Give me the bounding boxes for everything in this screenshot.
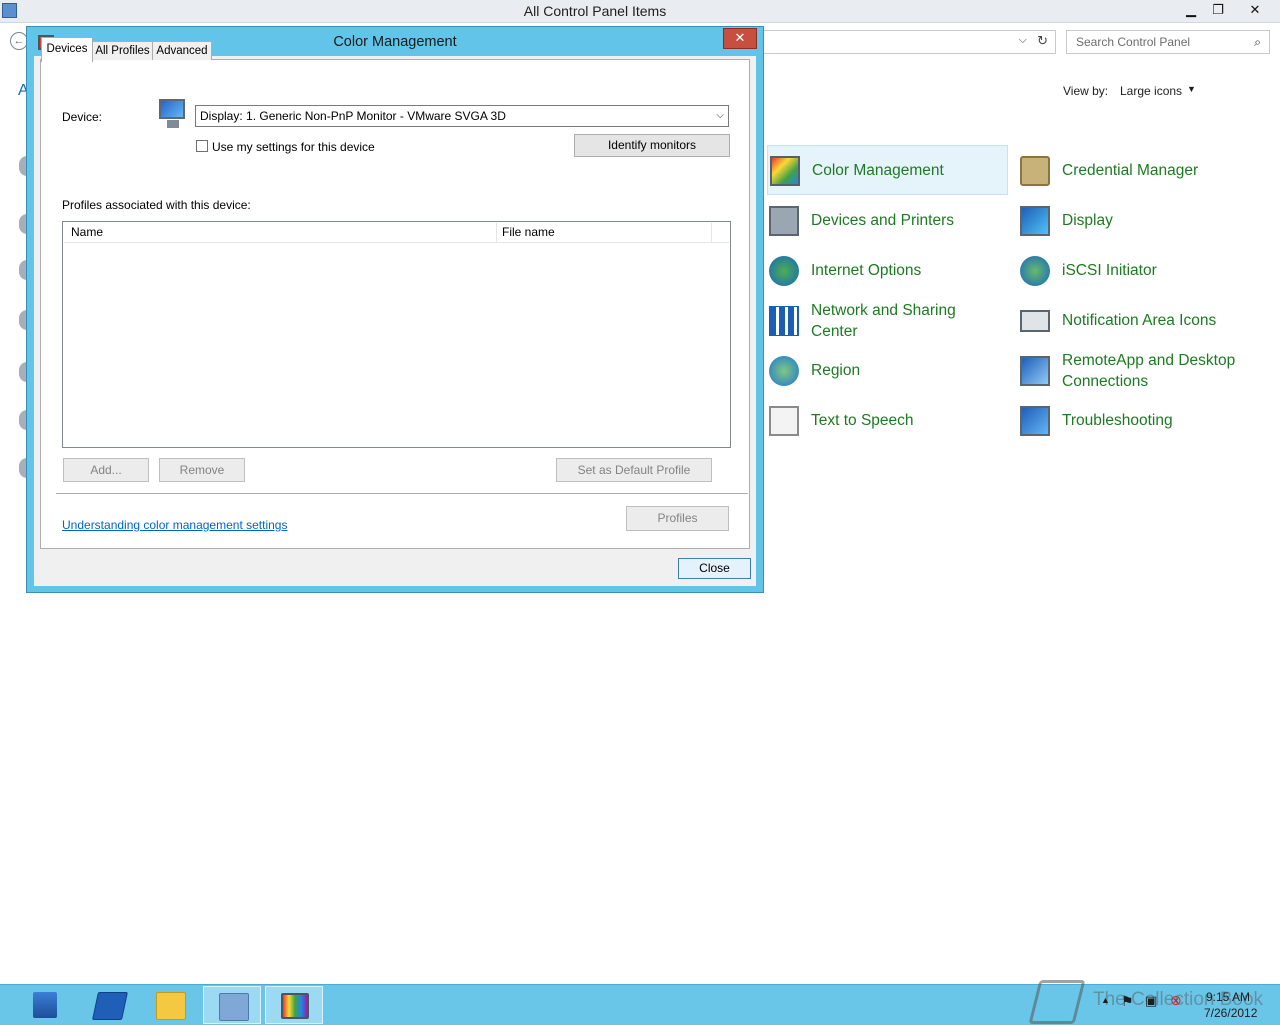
address-bar[interactable]: ⌵ ↻ xyxy=(760,30,1056,54)
cp-item-label: RemoteApp and Desktop Connections xyxy=(1062,352,1236,390)
cp-item-color-management[interactable]: Color Management xyxy=(767,145,1008,195)
network-icon[interactable]: ▣ xyxy=(1145,993,1157,1009)
volume-muted-icon[interactable]: ⊗ xyxy=(1170,992,1182,1009)
set-default-profile-button[interactable]: Set as Default Profile xyxy=(556,458,712,482)
profiles-button[interactable]: Profiles xyxy=(626,506,729,531)
cp-item-label: Internet Options xyxy=(811,262,922,279)
remoteapp-icon xyxy=(1020,356,1050,386)
search-box[interactable]: ⌕ xyxy=(1066,30,1270,54)
main-window-title: All Control Panel Items xyxy=(523,3,667,19)
column-divider[interactable] xyxy=(496,223,497,242)
cp-item-label: Credential Manager xyxy=(1062,162,1199,179)
column-header-file-name[interactable]: File name xyxy=(502,225,555,239)
cp-item-label: Color Management xyxy=(812,162,944,179)
search-icon[interactable]: ⌕ xyxy=(1254,35,1261,50)
view-by-label: View by: xyxy=(1063,84,1109,98)
cp-item-label: Devices and Printers xyxy=(811,212,955,229)
search-input[interactable] xyxy=(1074,34,1248,50)
close-button[interactable]: ✕ xyxy=(1240,0,1270,20)
clock-date[interactable]: 7/26/2012 xyxy=(1204,1006,1257,1020)
text-to-speech-icon xyxy=(769,406,799,436)
close-dialog-button[interactable]: Close xyxy=(678,558,751,579)
network-sharing-icon xyxy=(769,306,799,336)
tab-advanced[interactable]: Advanced xyxy=(152,41,212,60)
cp-item-label: Text to Speech xyxy=(811,412,914,429)
column-header-name[interactable]: Name xyxy=(71,225,103,239)
column-divider[interactable] xyxy=(711,223,712,242)
cp-item-region[interactable]: Region xyxy=(767,346,1005,394)
understanding-color-management-link[interactable]: Understanding color management settings xyxy=(62,518,287,532)
cp-item-internet-options[interactable]: Internet Options xyxy=(767,246,1005,294)
taskbar-powershell[interactable] xyxy=(80,986,138,1024)
remove-button[interactable]: Remove xyxy=(159,458,245,482)
server-manager-icon xyxy=(33,992,57,1018)
troubleshooting-icon xyxy=(1020,406,1050,436)
cp-item-text-to-speech[interactable]: Text to Speech xyxy=(767,396,1005,444)
tab-devices[interactable]: Devices xyxy=(41,37,93,62)
use-my-settings-label[interactable]: Use my settings for this device xyxy=(212,140,375,154)
profiles-list-header: Name File name xyxy=(64,223,729,243)
iscsi-icon xyxy=(1020,256,1050,286)
cp-item-label: Region xyxy=(811,362,861,379)
cp-item-label: iSCSI Initiator xyxy=(1062,262,1157,279)
folder-icon xyxy=(156,992,186,1020)
action-center-flag-icon[interactable]: ⚑ xyxy=(1121,993,1134,1010)
dialog-close-button[interactable]: ✕ xyxy=(723,28,757,49)
show-hidden-icons-icon[interactable]: ▲ xyxy=(1101,995,1110,1005)
cp-item-notification-area[interactable]: Notification Area Icons xyxy=(1018,296,1256,344)
cp-item-label: Notification Area Icons xyxy=(1062,312,1217,329)
chevron-down-icon[interactable]: ⌵ xyxy=(716,110,724,121)
taskbar-file-explorer[interactable] xyxy=(141,986,199,1024)
refresh-icon[interactable]: ↻ xyxy=(1037,33,1048,49)
add-button[interactable]: Add... xyxy=(63,458,149,482)
identify-monitors-button[interactable]: Identify monitors xyxy=(574,134,730,157)
taskbar-server-manager[interactable] xyxy=(17,986,75,1024)
restore-button[interactable]: ❐ xyxy=(1203,0,1233,20)
separator-line xyxy=(56,493,748,494)
internet-options-icon xyxy=(769,256,799,286)
chevron-down-icon[interactable]: ⌵ xyxy=(1019,34,1027,47)
cp-item-devices-printers[interactable]: Devices and Printers xyxy=(767,196,1005,244)
clock-time[interactable]: 9:15 AM xyxy=(1206,990,1250,1004)
device-select[interactable]: Display: 1. Generic Non-PnP Monitor - VM… xyxy=(195,105,729,127)
cp-item-network-sharing[interactable]: Network and Sharing Center xyxy=(767,296,1005,344)
cp-item-remoteapp[interactable]: RemoteApp and Desktop Connections xyxy=(1018,346,1256,394)
color-management-taskbar-icon xyxy=(281,993,309,1019)
cp-item-display[interactable]: Display xyxy=(1018,196,1256,244)
taskbar-color-management[interactable] xyxy=(265,986,323,1024)
credential-manager-icon xyxy=(1020,156,1050,186)
cp-item-label: Troubleshooting xyxy=(1062,412,1173,429)
profiles-list[interactable]: Name File name xyxy=(62,221,731,448)
cp-item-iscsi[interactable]: iSCSI Initiator xyxy=(1018,246,1256,294)
dropdown-arrow-icon[interactable]: ▼ xyxy=(1187,84,1196,94)
control-panel-icon xyxy=(219,993,249,1021)
monitor-stand xyxy=(167,120,179,128)
powershell-icon xyxy=(92,992,128,1020)
main-titlebar: All Control Panel Items ▁ ❐ ✕ xyxy=(0,0,1280,23)
notification-area-icon xyxy=(1020,310,1050,332)
taskbar xyxy=(0,984,1280,1025)
color-management-icon xyxy=(770,156,800,186)
use-my-settings-checkbox[interactable] xyxy=(196,140,208,152)
display-icon xyxy=(1020,206,1050,236)
devices-printers-icon xyxy=(769,206,799,236)
cp-item-label: Network and Sharing Center xyxy=(811,302,956,340)
tab-all-profiles[interactable]: All Profiles xyxy=(92,41,153,60)
cp-item-label: Display xyxy=(1062,212,1113,229)
taskbar-control-panel[interactable] xyxy=(203,986,261,1024)
monitor-icon xyxy=(159,99,185,119)
profiles-associated-label: Profiles associated with this device: xyxy=(62,198,251,212)
device-select-value: Display: 1. Generic Non-PnP Monitor - VM… xyxy=(200,109,506,123)
cp-item-credential-manager[interactable]: Credential Manager xyxy=(1018,146,1256,194)
device-label: Device: xyxy=(62,110,103,124)
minimize-button[interactable]: ▁ xyxy=(1176,0,1206,20)
view-by-dropdown[interactable]: Large icons xyxy=(1120,84,1182,98)
region-icon xyxy=(769,356,799,386)
cp-item-troubleshooting[interactable]: Troubleshooting xyxy=(1018,396,1256,444)
